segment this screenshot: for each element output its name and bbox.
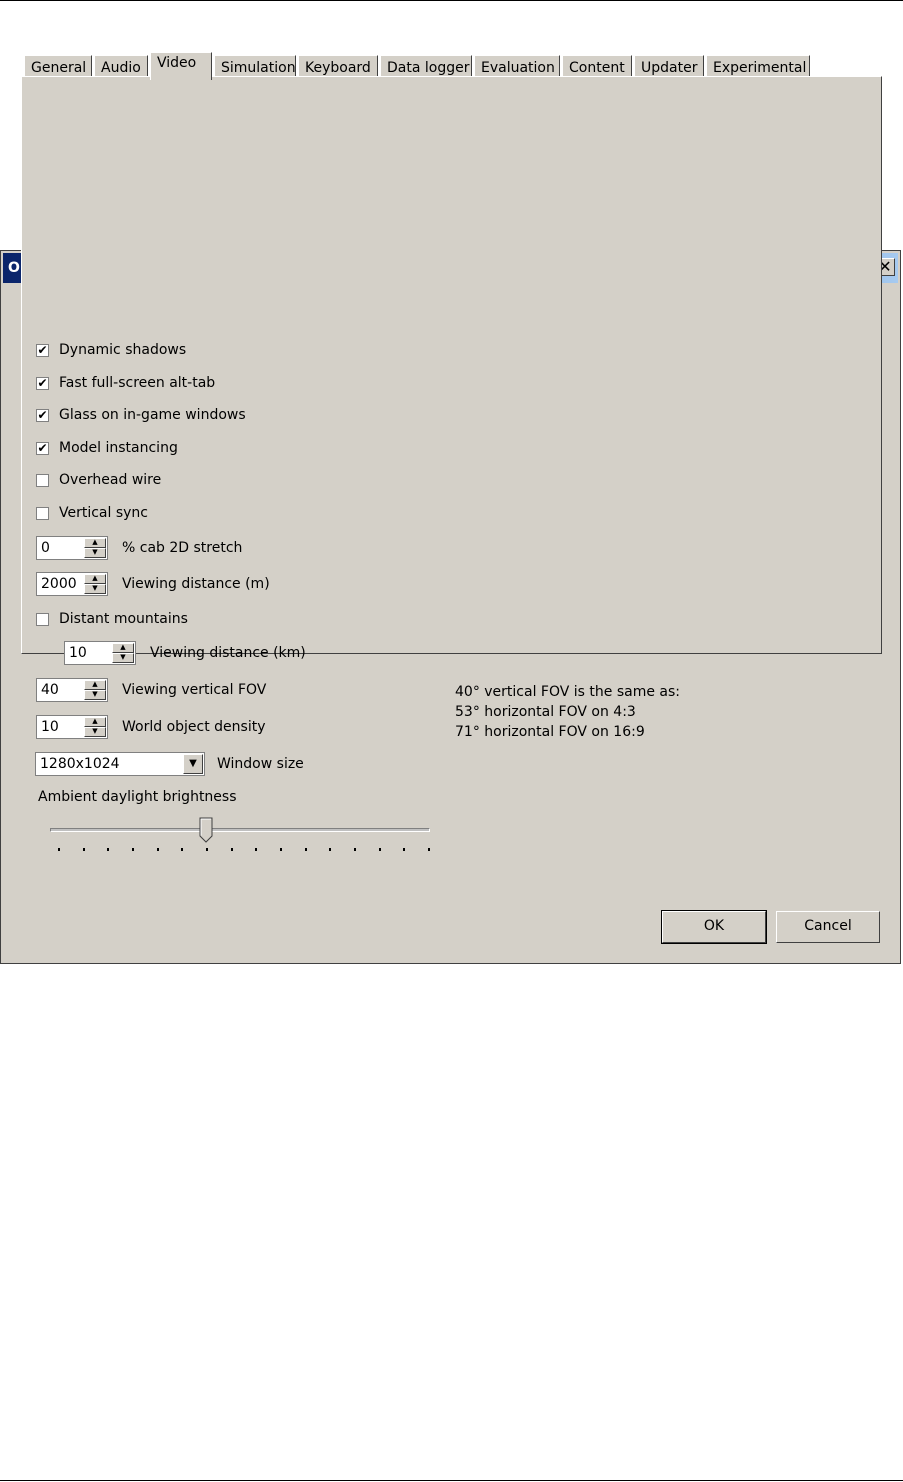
- overhead-wire-checkbox[interactable]: [36, 473, 49, 487]
- mountain-distance-value[interactable]: 10: [69, 645, 87, 661]
- dynamic-shadows-label: Dynamic shadows: [59, 342, 187, 358]
- spin-down-icon[interactable]: ▼: [112, 653, 134, 663]
- cab-stretch-value[interactable]: 0: [41, 540, 50, 556]
- cab-stretch-row: 0 ▲ ▼ % cab 2D stretch: [36, 536, 242, 560]
- fov-note-line: 40° vertical FOV is the same as:: [455, 684, 680, 700]
- vertical-fov-spinner[interactable]: 40 ▲ ▼: [36, 678, 108, 702]
- overhead-wire-option[interactable]: Overhead wire: [36, 472, 161, 488]
- fov-note-line: 71° horizontal FOV on 16:9: [455, 724, 645, 740]
- slider-tick: [403, 848, 405, 851]
- vertical-fov-row: 40 ▲ ▼ Viewing vertical FOV: [36, 678, 266, 702]
- mountain-distance-label: Viewing distance (km): [150, 645, 306, 661]
- vertical-sync-option[interactable]: Vertical sync: [36, 505, 148, 521]
- slider-tick: [132, 848, 134, 851]
- tab-video[interactable]: Video: [150, 52, 212, 80]
- viewing-distance-label: Viewing distance (m): [122, 576, 270, 592]
- vertical-fov-value[interactable]: 40: [41, 682, 59, 698]
- window-size-row: 1280x1024 ▼ Window size: [35, 752, 304, 776]
- glass-windows-option[interactable]: ✔ Glass on in-game windows: [36, 407, 246, 423]
- slider-tick: [305, 848, 307, 851]
- slider-tick: [206, 848, 208, 851]
- slider-tick: [157, 848, 159, 851]
- world-density-label: World object density: [122, 719, 266, 735]
- window-size-value: 1280x1024: [40, 756, 120, 772]
- slider-tick: [107, 848, 109, 851]
- slider-tick: [428, 848, 430, 851]
- distant-mountains-option[interactable]: Distant mountains: [36, 611, 188, 627]
- slider-tick: [329, 848, 331, 851]
- spin-down-icon[interactable]: ▼: [84, 690, 106, 700]
- model-instancing-checkbox[interactable]: ✔: [36, 441, 49, 455]
- spin-down-icon[interactable]: ▼: [84, 548, 106, 558]
- world-density-value[interactable]: 10: [41, 719, 59, 735]
- page-bottom-rule: [0, 1480, 903, 1481]
- spin-up-icon[interactable]: ▲: [84, 574, 106, 584]
- viewing-distance-row: 2000 ▲ ▼ Viewing distance (m): [36, 572, 270, 596]
- model-instancing-label: Model instancing: [59, 440, 178, 456]
- spin-up-icon[interactable]: ▲: [84, 680, 106, 690]
- window-size-select[interactable]: 1280x1024 ▼: [35, 752, 205, 776]
- slider-tick: [83, 848, 85, 851]
- brightness-slider-thumb[interactable]: [199, 817, 213, 843]
- window-size-label: Window size: [217, 756, 304, 772]
- slider-tick: [255, 848, 257, 851]
- model-instancing-option[interactable]: ✔ Model instancing: [36, 440, 178, 456]
- dynamic-shadows-option[interactable]: ✔ Dynamic shadows: [36, 342, 186, 358]
- viewing-distance-value[interactable]: 2000: [41, 576, 77, 592]
- spin-up-icon[interactable]: ▲: [84, 538, 106, 548]
- mountain-distance-spinner[interactable]: 10 ▲ ▼: [64, 641, 136, 665]
- spin-up-icon[interactable]: ▲: [112, 643, 134, 653]
- brightness-ticks: [58, 848, 430, 852]
- glass-windows-checkbox[interactable]: ✔: [36, 408, 49, 422]
- mountain-distance-row: 10 ▲ ▼ Viewing distance (km): [64, 641, 306, 665]
- slider-tick: [181, 848, 183, 851]
- page-top-rule: [0, 0, 903, 1]
- glass-windows-label: Glass on in-game windows: [59, 407, 246, 423]
- slider-thumb-icon: [199, 817, 213, 843]
- spin-down-icon[interactable]: ▼: [84, 584, 106, 594]
- slider-tick: [354, 848, 356, 851]
- brightness-label: Ambient daylight brightness: [38, 789, 237, 805]
- slider-tick: [280, 848, 282, 851]
- world-density-spinner[interactable]: 10 ▲ ▼: [36, 715, 108, 739]
- video-tab-panel: 40° vertical FOV is the same as: 53° hor…: [21, 76, 882, 740]
- fast-alt-tab-checkbox[interactable]: ✔: [36, 376, 49, 390]
- overhead-wire-label: Overhead wire: [59, 472, 162, 488]
- ok-button[interactable]: OK: [661, 910, 767, 944]
- distant-mountains-label: Distant mountains: [59, 611, 188, 627]
- fov-note-line: 53° horizontal FOV on 4:3: [455, 704, 636, 720]
- vertical-sync-checkbox[interactable]: [36, 506, 49, 520]
- cab-stretch-spinner[interactable]: 0 ▲ ▼: [36, 536, 108, 560]
- cancel-button[interactable]: Cancel: [776, 911, 880, 943]
- distant-mountains-checkbox[interactable]: [36, 612, 49, 626]
- world-density-row: 10 ▲ ▼ World object density: [36, 715, 266, 739]
- slider-tick: [231, 848, 233, 851]
- cab-stretch-label: % cab 2D stretch: [122, 540, 243, 556]
- slider-tick: [379, 848, 381, 851]
- viewing-distance-spinner[interactable]: 2000 ▲ ▼: [36, 572, 108, 596]
- chevron-down-icon[interactable]: ▼: [183, 754, 203, 774]
- slider-tick: [58, 848, 60, 851]
- fast-alt-tab-label: Fast full-screen alt-tab: [59, 375, 216, 391]
- vertical-fov-label: Viewing vertical FOV: [122, 682, 267, 698]
- dynamic-shadows-checkbox[interactable]: ✔: [36, 343, 49, 357]
- fov-equivalence-note: 40° vertical FOV is the same as: 53° hor…: [455, 682, 680, 742]
- fast-alt-tab-option[interactable]: ✔ Fast full-screen alt-tab: [36, 375, 215, 391]
- spin-down-icon[interactable]: ▼: [84, 727, 106, 737]
- spin-up-icon[interactable]: ▲: [84, 717, 106, 727]
- vertical-sync-label: Vertical sync: [59, 505, 149, 521]
- brightness-slider-track[interactable]: [50, 828, 430, 832]
